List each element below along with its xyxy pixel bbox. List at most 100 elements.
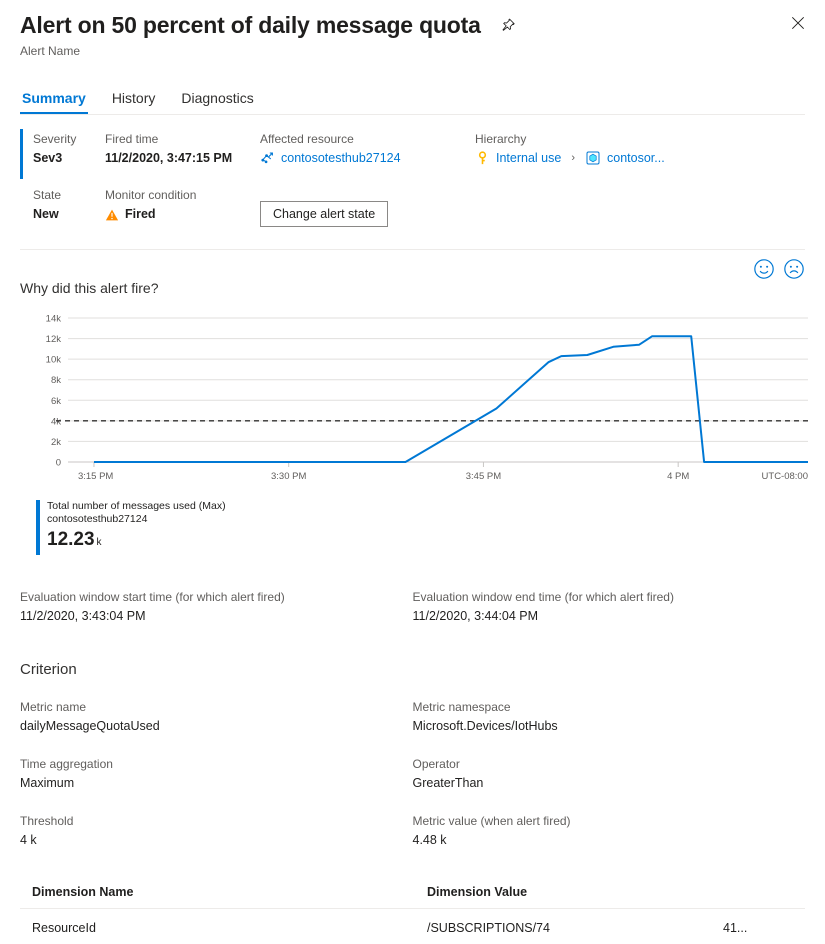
operator-value: GreaterThan — [413, 775, 806, 792]
summary-row-2: State New Monitor condition Fired Change… — [20, 187, 805, 227]
chart-x-axis-labels: 3:15 PM3:30 PM3:45 PM4 PMUTC-08:00 — [78, 471, 808, 482]
svg-text:4 PM: 4 PM — [667, 471, 689, 482]
metric-value-field: Metric value (when alert fired) 4.48 k — [413, 813, 806, 849]
metric-value-label: Metric value (when alert fired) — [413, 813, 806, 829]
title-row: Alert on 50 percent of daily message quo… — [20, 10, 805, 40]
metric-name-value: dailyMessageQuotaUsed — [20, 718, 413, 735]
svg-text:4k: 4k — [51, 416, 61, 427]
fired-time-field: Fired time 11/2/2020, 3:47:15 PM — [105, 131, 260, 167]
hierarchy-field: Hierarchy Internal use › contosor... — [475, 131, 805, 167]
svg-text:8k: 8k — [51, 375, 61, 386]
evaluation-end-label: Evaluation window end time (for which al… — [413, 589, 806, 605]
criterion-title: Criterion — [0, 661, 825, 678]
close-icon-svg — [791, 16, 805, 30]
hierarchy-first-link[interactable]: Internal use — [496, 151, 561, 165]
legend-series-name: Total number of messages used (Max) — [47, 500, 226, 513]
dimension-value-header: Dimension Value — [427, 885, 793, 899]
metric-namespace-value: Microsoft.Devices/IotHubs — [413, 718, 806, 735]
state-field: State New — [20, 187, 105, 227]
tab-bar: Summary History Diagnostics — [0, 86, 825, 114]
summary-row-1: Severity Sev3 Fired time 11/2/2020, 3:47… — [20, 131, 805, 167]
legend-latest-value: 12.23k — [47, 528, 226, 555]
affected-resource-label: Affected resource — [260, 131, 475, 147]
tab-history[interactable]: History — [110, 86, 158, 114]
page-title: Alert on 50 percent of daily message quo… — [20, 10, 481, 40]
severity-value: Sev3 — [33, 150, 105, 167]
evaluation-start-field: Evaluation window start time (for which … — [20, 589, 413, 625]
evaluation-end-field: Evaluation window end time (for which al… — [413, 589, 806, 625]
alert-detail-page: Alert on 50 percent of daily message quo… — [0, 0, 825, 944]
chart-y-axis-labels: 02k4k6k8k10k12k14k — [46, 314, 62, 469]
pin-icon[interactable] — [495, 12, 521, 38]
chart-series-line — [94, 336, 808, 462]
monitor-condition-label: Monitor condition — [105, 187, 260, 203]
monitor-condition-value-row: Fired — [105, 206, 260, 223]
affected-resource-value-row[interactable]: contosotesthub27124 — [260, 150, 475, 165]
threshold-field: Threshold 4 k — [20, 813, 413, 849]
affected-resource-field: Affected resource contosotesthub27124 — [260, 131, 475, 167]
svg-text:UTC-08:00: UTC-08:00 — [762, 471, 808, 482]
threshold-value: 4 k — [20, 832, 413, 849]
criterion-row-1: Metric name dailyMessageQuotaUsed Metric… — [0, 699, 825, 735]
criterion-row-3: Threshold 4 k Metric value (when alert f… — [0, 813, 825, 849]
metric-value-value: 4.48 k — [413, 832, 806, 849]
smiley-sad-icon[interactable] — [783, 258, 805, 280]
svg-text:2k: 2k — [51, 437, 61, 448]
close-icon[interactable] — [783, 8, 813, 38]
pin-icon-svg — [500, 18, 515, 33]
dimension-name-cell: ResourceId — [32, 921, 427, 935]
key-icon — [475, 151, 490, 166]
metric-chart[interactable]: 02k4k6k8k10k12k14k 3:15 PM3:30 PM3:45 PM… — [0, 310, 825, 490]
monitor-condition-value: Fired — [125, 206, 156, 223]
why-title: Why did this alert fire? — [20, 280, 805, 296]
severity-field: Severity Sev3 — [20, 131, 105, 167]
time-aggregation-label: Time aggregation — [20, 756, 413, 772]
change-alert-state-wrap: Change alert state — [260, 187, 475, 227]
operator-label: Operator — [413, 756, 806, 772]
svg-text:3:45 PM: 3:45 PM — [466, 471, 501, 482]
svg-text:10k: 10k — [46, 355, 62, 366]
legend-latest-unit: k — [97, 537, 102, 548]
warning-icon — [105, 208, 119, 222]
dimensions-table-header: Dimension Name Dimension Value — [20, 885, 805, 908]
smiley-happy-icon[interactable] — [753, 258, 775, 280]
affected-resource-link[interactable]: contosotesthub27124 — [281, 151, 401, 165]
change-alert-state-button[interactable]: Change alert state — [260, 201, 388, 227]
time-aggregation-field: Time aggregation Maximum — [20, 756, 413, 792]
page-subtitle: Alert Name — [20, 44, 805, 58]
resource-group-icon — [585, 150, 601, 166]
time-aggregation-value: Maximum — [20, 775, 413, 792]
hierarchy-label: Hierarchy — [475, 131, 805, 147]
dimension-name-header: Dimension Name — [32, 885, 427, 899]
metric-namespace-label: Metric namespace — [413, 699, 806, 715]
dimension-value-cell: /SUBSCRIPTIONS/74 — [427, 921, 723, 935]
severity-label: Severity — [33, 131, 105, 147]
fired-time-label: Fired time — [105, 131, 260, 147]
fired-time-value: 11/2/2020, 3:47:15 PM — [105, 150, 260, 167]
table-row[interactable]: ResourceId /SUBSCRIPTIONS/74 41... — [20, 909, 805, 935]
svg-text:0: 0 — [56, 458, 61, 469]
tab-summary[interactable]: Summary — [20, 86, 88, 114]
legend-latest-number: 12.23 — [47, 529, 95, 550]
metric-chart-svg: 02k4k6k8k10k12k14k 3:15 PM3:30 PM3:45 PM… — [0, 310, 825, 490]
svg-text:12k: 12k — [46, 334, 62, 345]
criterion-row-2: Time aggregation Maximum Operator Greate… — [0, 756, 825, 792]
evaluation-end-value: 11/2/2020, 3:44:04 PM — [413, 608, 806, 625]
threshold-label: Threshold — [20, 813, 413, 829]
tab-diagnostics[interactable]: Diagnostics — [179, 86, 255, 114]
why-section: Why did this alert fire? — [0, 250, 825, 296]
metric-name-field: Metric name dailyMessageQuotaUsed — [20, 699, 413, 735]
hierarchy-second-link[interactable]: contosor... — [607, 151, 665, 165]
metric-name-label: Metric name — [20, 699, 413, 715]
chart-legend: Total number of messages used (Max) cont… — [36, 500, 825, 555]
evaluation-window-section: Evaluation window start time (for which … — [0, 589, 825, 625]
svg-text:3:15 PM: 3:15 PM — [78, 471, 113, 482]
legend-resource-name: contosotesthub27124 — [47, 513, 226, 526]
dimensions-table: Dimension Name Dimension Value ResourceI… — [20, 885, 805, 935]
evaluation-start-value: 11/2/2020, 3:43:04 PM — [20, 608, 413, 625]
chevron-right-icon: › — [571, 152, 575, 164]
summary-section: Severity Sev3 Fired time 11/2/2020, 3:47… — [0, 115, 825, 237]
page-header: Alert on 50 percent of daily message quo… — [0, 0, 825, 58]
operator-field: Operator GreaterThan — [413, 756, 806, 792]
metric-namespace-field: Metric namespace Microsoft.Devices/IotHu… — [413, 699, 806, 735]
